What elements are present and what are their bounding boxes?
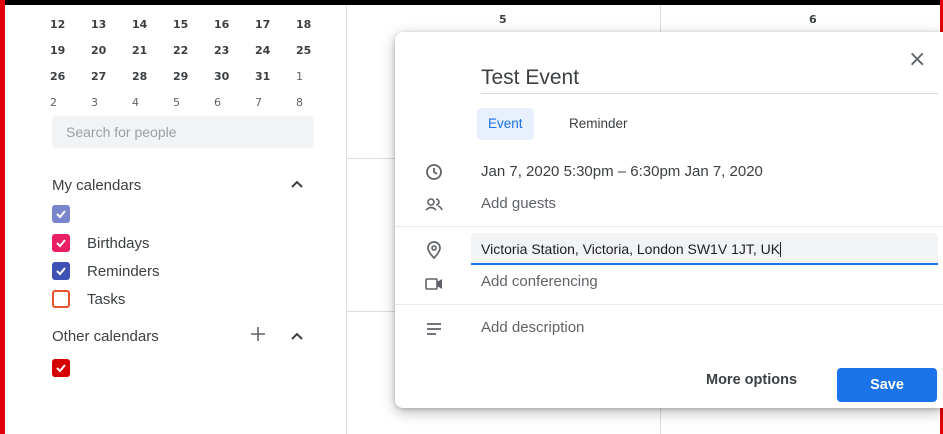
mini-calendar-day[interactable]: 18 (296, 18, 337, 31)
tab-event[interactable]: Event (477, 108, 534, 140)
add-guests-field[interactable]: Add guests (481, 195, 556, 212)
chevron-up-icon[interactable] (290, 329, 304, 343)
mini-calendar-day[interactable]: 16 (214, 18, 255, 31)
calendar-item[interactable] (52, 204, 87, 224)
mini-calendar-day[interactable]: 7 (255, 96, 296, 109)
clock-icon (426, 164, 442, 180)
mini-calendar-day[interactable]: 30 (214, 70, 255, 83)
calendar-item-label: Tasks (87, 290, 126, 308)
mini-calendar-week: 2 3 4 5 6 7 8 (50, 89, 337, 115)
mini-calendar-day[interactable]: 14 (132, 18, 173, 31)
mini-calendar-day[interactable]: 5 (173, 96, 214, 109)
guests-icon (425, 198, 443, 211)
mini-calendar-day[interactable]: 17 (255, 18, 296, 31)
section-divider (395, 226, 943, 227)
other-calendars-heading[interactable]: Other calendars (52, 328, 159, 345)
mini-calendar-week: 12 13 14 15 16 17 18 (50, 11, 337, 37)
checkbox-checked-icon[interactable] (52, 262, 70, 280)
section-divider (395, 304, 943, 305)
my-calendars-heading[interactable]: My calendars (52, 177, 141, 194)
chevron-up-icon[interactable] (290, 177, 304, 191)
checkbox-checked-icon[interactable] (52, 234, 70, 252)
description-icon (427, 323, 441, 335)
video-camera-icon (425, 278, 442, 290)
more-options-button[interactable]: More options (706, 372, 797, 388)
mini-calendar-day[interactable]: 26 (50, 70, 91, 83)
title-underline (481, 93, 938, 94)
mini-calendar-day[interactable]: 4 (132, 96, 173, 109)
mini-calendar-day[interactable]: 31 (255, 70, 296, 83)
checkbox-unchecked-icon[interactable] (52, 290, 70, 308)
mini-calendar-day[interactable]: 23 (214, 44, 255, 57)
mini-calendar-day[interactable]: 22 (173, 44, 214, 57)
close-icon[interactable]: × (908, 47, 926, 72)
calendar-item[interactable] (52, 358, 87, 378)
calendar-item-birthdays[interactable]: Birthdays (52, 233, 150, 253)
mini-calendar-day[interactable]: 25 (296, 44, 337, 57)
event-dialog: × Test Event Event Reminder Jan 7, 2020 … (395, 32, 943, 408)
search-people-input[interactable]: Search for people (52, 116, 314, 148)
checkbox-checked-icon[interactable] (52, 205, 70, 223)
text-caret (780, 242, 782, 257)
event-datetime[interactable]: Jan 7, 2020 5:30pm – 6:30pm Jan 7, 2020 (481, 163, 763, 180)
calendar-item-label: Reminders (87, 262, 160, 280)
mini-calendar: 12 13 14 15 16 17 18 19 20 21 22 23 24 2… (50, 11, 337, 115)
mini-calendar-day[interactable]: 12 (50, 18, 91, 31)
mini-calendar-day[interactable]: 29 (173, 70, 214, 83)
location-value: Victoria Station, Victoria, London SW1V … (481, 241, 781, 257)
add-conferencing-field[interactable]: Add conferencing (481, 273, 598, 290)
grid-row-divider (346, 311, 396, 312)
mini-calendar-day[interactable]: 20 (91, 44, 132, 57)
sidebar: 12 13 14 15 16 17 18 19 20 21 22 23 24 2… (5, 5, 345, 434)
plus-icon[interactable] (250, 326, 266, 342)
day-number[interactable]: 5 (499, 13, 507, 26)
mini-calendar-day[interactable]: 3 (91, 96, 132, 109)
event-title-input[interactable]: Test Event (481, 66, 579, 90)
mini-calendar-week: 26 27 28 29 30 31 1 (50, 63, 337, 89)
mini-calendar-day[interactable]: 8 (296, 96, 337, 109)
checkbox-checked-icon[interactable] (52, 359, 70, 377)
mini-calendar-day[interactable]: 21 (132, 44, 173, 57)
mini-calendar-day[interactable]: 28 (132, 70, 173, 83)
location-input[interactable]: Victoria Station, Victoria, London SW1V … (471, 233, 938, 265)
add-description-field[interactable]: Add description (481, 319, 584, 336)
mini-calendar-day[interactable]: 2 (50, 96, 91, 109)
tab-reminder[interactable]: Reminder (558, 108, 639, 140)
mini-calendar-day[interactable]: 13 (91, 18, 132, 31)
day-number[interactable]: 6 (809, 13, 817, 26)
mini-calendar-day[interactable]: 6 (214, 96, 255, 109)
mini-calendar-day[interactable]: 27 (91, 70, 132, 83)
mini-calendar-day[interactable]: 1 (296, 70, 337, 83)
mini-calendar-day[interactable]: 15 (173, 18, 214, 31)
grid-row-divider (346, 158, 396, 159)
save-button[interactable]: Save (837, 368, 937, 402)
calendar-item-tasks[interactable]: Tasks (52, 289, 125, 309)
location-pin-icon (427, 241, 441, 260)
calendar-item-reminders[interactable]: Reminders (52, 261, 160, 281)
grid-column-divider (346, 5, 347, 434)
mini-calendar-week: 19 20 21 22 23 24 25 (50, 37, 337, 63)
mini-calendar-day[interactable]: 19 (50, 44, 91, 57)
calendar-item-label: Birthdays (87, 234, 150, 252)
mini-calendar-day[interactable]: 24 (255, 44, 296, 57)
